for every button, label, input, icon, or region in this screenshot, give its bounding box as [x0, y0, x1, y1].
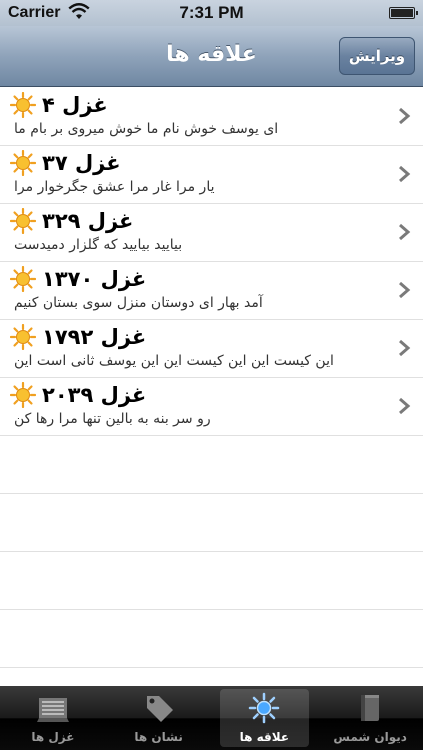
tab-label: غزل ها	[31, 730, 75, 744]
ghazal-title: غزل ۳۲۹	[42, 209, 134, 233]
title-line: غزل ۲۰۳۹	[10, 380, 146, 410]
tab-bar: غزل ها نشان ها علاقه ها دیوان شمس	[0, 686, 423, 750]
sun-icon	[10, 324, 36, 350]
empty-row	[0, 494, 423, 552]
title-line: غزل ۴	[10, 90, 108, 120]
title-line: غزل ۱۳۷۰	[10, 264, 146, 294]
empty-row	[0, 436, 423, 494]
tab-book[interactable]: دیوان شمس	[317, 686, 423, 750]
ghazal-first-line: این کیست این این کیست این این یوسف ثانی …	[14, 353, 334, 369]
ghazal-title: غزل ۴	[42, 93, 108, 117]
battery-icon	[389, 7, 418, 19]
edit-button[interactable]: ویرایش	[339, 37, 415, 75]
list-item[interactable]: غزل ۲۰۳۹ رو سر بنه به بالین تنها مرا رها…	[0, 378, 423, 436]
sun-icon	[10, 150, 36, 176]
chevron-right-icon	[399, 107, 411, 125]
sun-icon	[10, 208, 36, 234]
favorites-list: غزل ۴ ای یوسف خوش نام ما خوش میروی بر با…	[0, 88, 423, 686]
empty-row	[0, 552, 423, 610]
status-bar: Carrier 7:31 PM	[0, 0, 423, 26]
chevron-right-icon	[399, 339, 411, 357]
empty-row	[0, 610, 423, 668]
list-item[interactable]: غزل ۱۳۷۰ آمد بهار ای دوستان منزل سوی بست…	[0, 262, 423, 320]
tab-label: دیوان شمس	[333, 730, 407, 744]
ghazal-title: غزل ۲۰۳۹	[42, 383, 147, 407]
chevron-right-icon	[399, 397, 411, 415]
ghazal-first-line: یار مرا غار مرا عشق جگرخوار مرا	[14, 179, 215, 195]
ghazal-title: غزل ۱۷۹۲	[42, 325, 147, 349]
list-item[interactable]: غزل ۳۷ یار مرا غار مرا عشق جگرخوار مرا	[0, 146, 423, 204]
ghazal-first-line: آمد بهار ای دوستان منزل سوی بستان کنیم	[14, 295, 263, 311]
tab-label: نشان ها	[134, 730, 183, 744]
chevron-right-icon	[399, 223, 411, 241]
ghazal-first-line: رو سر بنه به بالین تنها مرا رها کن	[14, 411, 211, 427]
sun-icon	[10, 382, 36, 408]
tab-label: علاقه ها	[239, 730, 290, 744]
tab-tag[interactable]: نشان ها	[106, 686, 212, 750]
sun-icon	[10, 266, 36, 292]
chevron-right-icon	[399, 281, 411, 299]
tab-book-list[interactable]: غزل ها	[0, 686, 106, 750]
sun-icon	[10, 92, 36, 118]
ghazal-title: غزل ۱۳۷۰	[42, 267, 147, 291]
list-item[interactable]: غزل ۳۲۹ بیایید بیایید که گلزار دمیدست	[0, 204, 423, 262]
tab-sun[interactable]: علاقه ها	[212, 686, 318, 750]
ghazal-title: غزل ۳۷	[42, 151, 121, 175]
list-item[interactable]: غزل ۱۷۹۲ این کیست این این کیست این این ی…	[0, 320, 423, 378]
book-list-icon	[35, 692, 71, 724]
list-item[interactable]: غزل ۴ ای یوسف خوش نام ما خوش میروی بر با…	[0, 88, 423, 146]
clock: 7:31 PM	[179, 3, 244, 22]
ghazal-first-line: ای یوسف خوش نام ما خوش میروی بر بام ما	[14, 121, 279, 137]
navigation-bar: علاقه ها ویرایش	[0, 26, 423, 87]
sun-icon	[246, 692, 282, 724]
chevron-right-icon	[399, 165, 411, 183]
title-line: غزل ۳۷	[10, 148, 121, 178]
tag-icon	[141, 692, 177, 724]
book-icon	[352, 692, 388, 724]
ghazal-first-line: بیایید بیایید که گلزار دمیدست	[14, 237, 183, 253]
title-line: غزل ۱۷۹۲	[10, 322, 146, 352]
title-line: غزل ۳۲۹	[10, 206, 133, 236]
